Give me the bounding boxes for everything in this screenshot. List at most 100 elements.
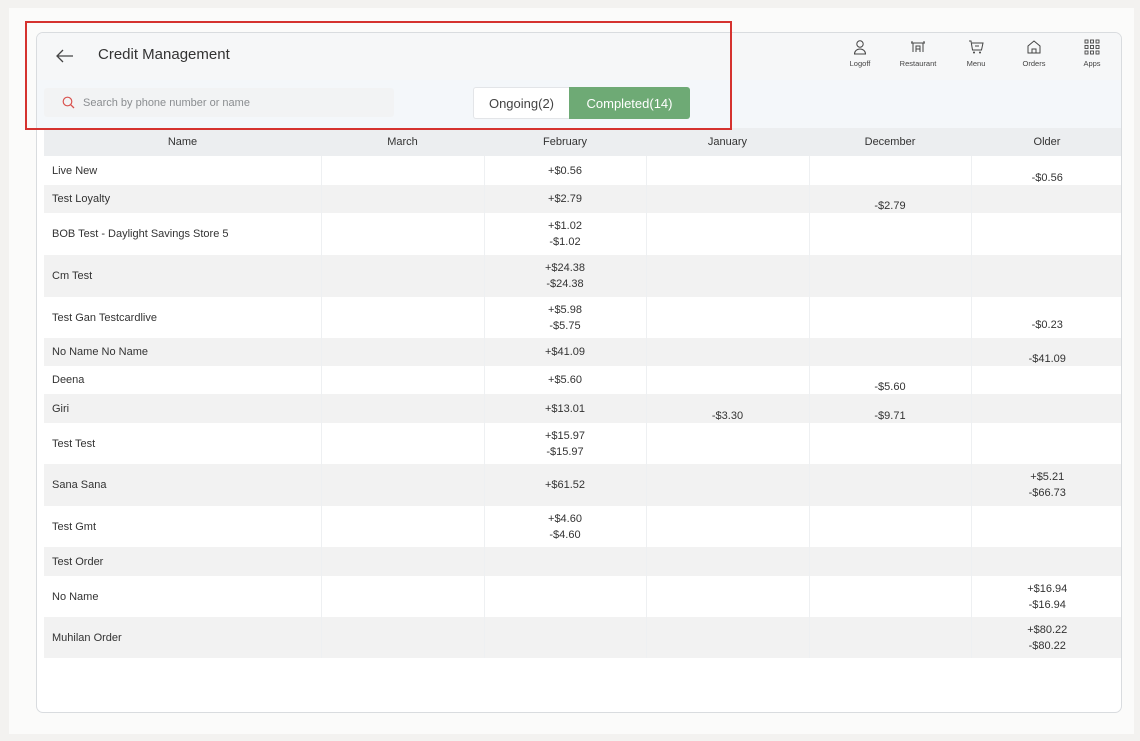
table-row[interactable]: Test Gmt +$4.60 -$4.60 [44, 506, 1121, 547]
customer-name: Test Test [52, 437, 96, 450]
cell-older [970, 213, 1121, 255]
cell-january [645, 464, 809, 506]
cell-name: Live New [44, 156, 321, 185]
header-bar: Credit Management Logoff Restaurant Menu… [37, 33, 1121, 80]
cell-january [645, 617, 809, 658]
customer-name: Giri [52, 402, 70, 415]
amount-february: +$4.60 -$4.60 [548, 512, 582, 541]
table-scrollbar[interactable] [1113, 157, 1121, 712]
cell-january [645, 506, 809, 547]
nav-menu[interactable]: Menu [947, 39, 1005, 75]
amount-january: -$3.30 [711, 409, 744, 422]
cell-march [320, 547, 484, 576]
cell-january [645, 213, 809, 255]
customer-name: BOB Test - Daylight Savings Store 5 [52, 228, 229, 240]
table-header: Name March February January December Old… [44, 128, 1121, 156]
cell-march [320, 213, 484, 255]
table-row[interactable]: Muhilan Order +$80.22 -$80.22 [44, 617, 1121, 658]
tab-completed[interactable]: Completed(14) [569, 87, 690, 119]
cell-older [970, 255, 1121, 297]
cell-name: Sana Sana [44, 464, 321, 506]
cell-older: +$16.94 -$16.94 [970, 576, 1121, 617]
amount-older: +$5.21 -$66.73 [1028, 471, 1066, 499]
cell-december: -$9.71 [808, 394, 971, 423]
customer-name: No Name [52, 590, 99, 603]
cell-january [645, 366, 809, 394]
nav-logoff[interactable]: Logoff [831, 39, 889, 75]
cell-january [645, 156, 809, 185]
credit-table: Name March February January December Old… [44, 128, 1121, 658]
cell-february [483, 617, 646, 658]
nav-apps[interactable]: Apps [1063, 39, 1121, 75]
table-row[interactable]: No Name No Name +$41.09 -$41.09 [44, 338, 1121, 366]
amount-february: +$0.56 [548, 164, 582, 177]
customer-name: Test Gan Testcardlive [52, 311, 157, 324]
cell-march [320, 576, 484, 617]
column-header-december[interactable]: December [809, 128, 971, 156]
cell-older: -$0.56 [970, 156, 1121, 185]
column-header-march[interactable]: March [321, 128, 484, 156]
cell-older [970, 423, 1121, 464]
cell-march [320, 156, 484, 185]
amount-december: -$5.60 [874, 381, 906, 393]
amount-february: +$41.09 [544, 346, 586, 358]
amount-february: +$15.97 -$15.97 [544, 429, 586, 458]
cell-older [970, 547, 1121, 576]
cell-name: Test Order [44, 547, 321, 576]
cell-name: No Name [44, 576, 321, 617]
table-row[interactable]: Sana Sana +$61.52 +$5.21 -$66.73 [44, 464, 1121, 506]
cell-february: +$41.09 [483, 338, 646, 366]
table-row[interactable]: Cm Test +$24.38 -$24.38 [44, 255, 1121, 297]
user-icon [853, 40, 867, 55]
cell-january [645, 423, 809, 464]
tab-ongoing[interactable]: Ongoing(2) [473, 87, 569, 119]
restaurant-icon [911, 41, 925, 52]
column-header-february[interactable]: February [484, 128, 646, 156]
cell-older [970, 506, 1121, 547]
cell-january: -$3.30 [645, 394, 809, 423]
cell-december [808, 423, 971, 464]
table-row[interactable]: No Name +$16.94 -$16.94 [44, 576, 1121, 617]
cell-name: Test Gan Testcardlive [44, 297, 321, 338]
table-row[interactable]: Live New +$0.56 -$0.56 [44, 156, 1121, 185]
cell-name: Deena [44, 366, 321, 394]
amount-december: -$2.79 [874, 200, 906, 212]
cell-february: +$24.38 -$24.38 [483, 255, 646, 297]
amount-february: +$24.38 -$24.38 [544, 262, 586, 290]
cell-february: +$1.02 -$1.02 [483, 213, 646, 255]
nav-restaurant[interactable]: Restaurant [889, 39, 947, 75]
cart-icon [969, 40, 984, 54]
cell-december [808, 464, 971, 506]
column-header-name[interactable]: Name [44, 128, 321, 156]
customer-name: Test Order [52, 555, 104, 568]
amount-february: +$2.79 [548, 193, 582, 205]
table-row[interactable]: Test Gan Testcardlive +$5.98 -$5.75 -$0.23 [44, 297, 1121, 338]
amount-older: -$0.56 [1031, 171, 1063, 184]
nav-orders[interactable]: Orders [1005, 39, 1063, 75]
cell-older: -$41.09 [970, 338, 1121, 366]
cell-march [320, 394, 484, 423]
amount-older: +$16.94 -$16.94 [1027, 582, 1068, 611]
table-row[interactable]: Deena +$5.60 -$5.60 [44, 366, 1121, 394]
cell-january [645, 255, 809, 297]
search-input[interactable] [81, 95, 385, 110]
credit-management-panel: Credit Management Logoff Restaurant Menu… [36, 32, 1122, 713]
amount-february: +$13.01 [544, 402, 586, 415]
amount-older: -$0.23 [1031, 318, 1063, 331]
cell-name: BOB Test - Daylight Savings Store 5 [44, 213, 321, 255]
table-row[interactable]: Test Order [44, 547, 1121, 576]
cell-january [645, 547, 809, 576]
column-header-older[interactable]: Older [971, 128, 1121, 156]
cell-february: +$61.52 [483, 464, 646, 506]
table-row[interactable]: Test Test +$15.97 -$15.97 [44, 423, 1121, 464]
cell-name: Test Loyalty [44, 185, 321, 213]
table-row[interactable]: Test Loyalty +$2.79 -$2.79 [44, 185, 1121, 213]
cell-march [320, 464, 484, 506]
page-title: Credit Management [98, 46, 230, 63]
cell-february [483, 576, 646, 617]
table-row[interactable]: Giri +$13.01 -$3.30 -$9.71 [44, 394, 1121, 423]
column-header-january[interactable]: January [646, 128, 809, 156]
back-button[interactable] [53, 45, 77, 67]
cell-older [970, 366, 1121, 394]
table-row[interactable]: BOB Test - Daylight Savings Store 5 +$1.0… [44, 213, 1121, 255]
